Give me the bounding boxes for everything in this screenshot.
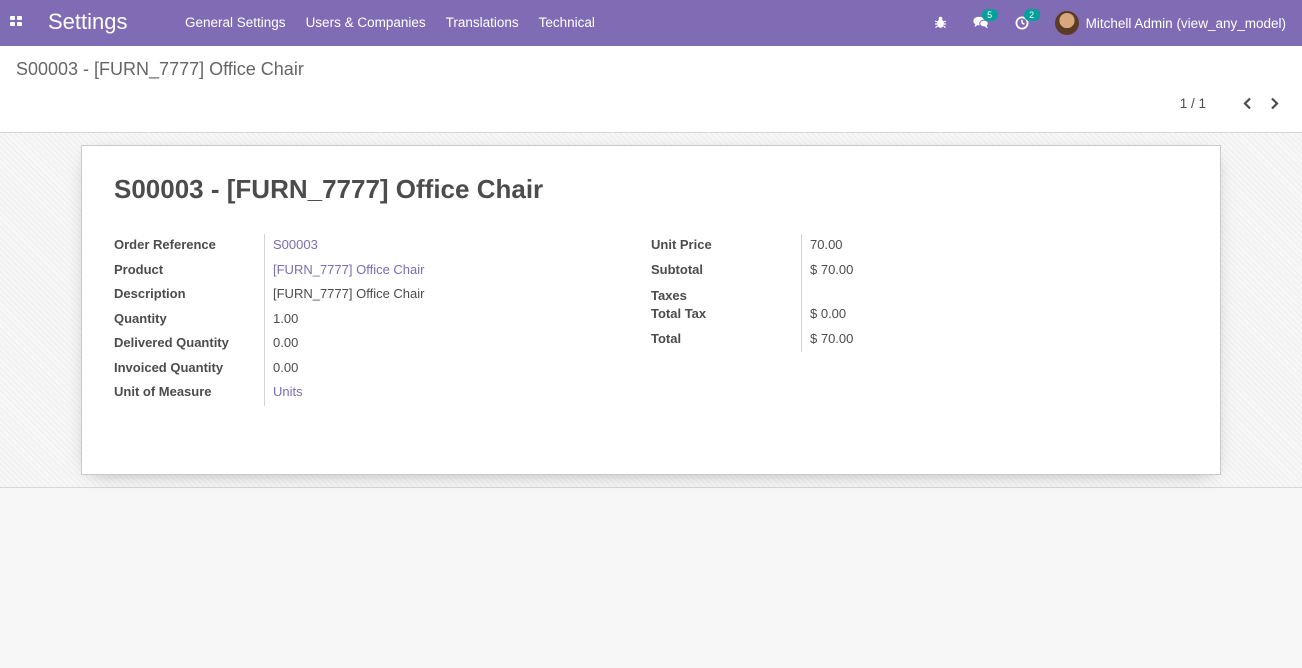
field-product: Product [FURN_7777] Office Chair — [114, 258, 425, 283]
messages-count-badge: 5 — [981, 9, 998, 21]
product-link[interactable]: [FURN_7777] Office Chair — [264, 258, 425, 283]
unit-price-value: 70.00 — [801, 234, 843, 259]
activities-count-badge: 2 — [1023, 8, 1040, 21]
field-label: Subtotal — [651, 261, 703, 277]
debug-bug-icon[interactable] — [934, 16, 947, 32]
field-label: Order Reference — [114, 237, 216, 252]
menu-users-companies[interactable]: Users & Companies — [296, 0, 436, 46]
avatar — [1054, 11, 1079, 35]
field-total: Total $ 70.00 — [651, 327, 853, 352]
field-subtotal: Subtotal $ 70.00 — [651, 258, 853, 283]
delivered-quantity-value: 0.00 — [264, 332, 298, 357]
field-label: Description — [114, 286, 186, 301]
field-order-reference: Order Reference S00003 — [114, 234, 425, 259]
user-name: Mitchell Admin (view_any_model) — [1085, 15, 1286, 31]
field-unit-price: Unit Price 70.00 — [651, 234, 853, 259]
field-label: Unit Price — [651, 237, 712, 252]
pager-next-button[interactable] — [1266, 94, 1282, 112]
field-taxes: Taxes — [651, 283, 853, 303]
field-label: Total — [651, 330, 682, 346]
menu-translations[interactable]: Translations — [436, 0, 529, 46]
pager-value[interactable]: 1 / 1 — [1180, 96, 1206, 111]
taxes-value[interactable] — [801, 283, 810, 303]
breadcrumb: S00003 - [FURN_7777] Office Chair — [16, 59, 304, 79]
invoiced-quantity-value: 0.00 — [264, 356, 298, 381]
messages-icon[interactable]: 5 — [973, 9, 998, 32]
record-title: S00003 - [FURN_7777] Office Chair — [114, 174, 544, 204]
pager-previous-button[interactable] — [1239, 94, 1255, 112]
field-label: Delivered Quantity — [114, 335, 229, 350]
app-title[interactable]: Settings — [48, 9, 128, 35]
form-view: S00003 - [FURN_7777] Office Chair Order … — [0, 133, 1302, 488]
unit-of-measure-link[interactable]: Units — [264, 381, 303, 406]
field-unit-of-measure: Unit of Measure Units — [114, 381, 425, 406]
control-panel: S00003 - [FURN_7777] Office Chair 1 / 1 — [0, 46, 1302, 133]
field-description: Description [FURN_7777] Office Chair — [114, 283, 425, 308]
pager: 1 / 1 — [1180, 94, 1282, 112]
user-menu[interactable]: Mitchell Admin (view_any_model) — [1054, 11, 1286, 35]
field-label: Unit of Measure — [114, 384, 212, 399]
form-sheet: S00003 - [FURN_7777] Office Chair Order … — [81, 145, 1221, 475]
main-menu: General Settings Users & Companies Trans… — [175, 0, 605, 46]
quantity-value: 1.00 — [264, 307, 298, 332]
right-field-group: Unit Price 70.00 Subtotal $ 70.00 Taxes … — [651, 234, 853, 352]
field-label: Invoiced Quantity — [114, 359, 224, 375]
systray: 5 2 Mitchell Admin (view_any_model) — [934, 0, 1302, 46]
field-label: Total Tax — [651, 306, 707, 321]
field-label: Taxes — [651, 288, 687, 303]
description-value: [FURN_7777] Office Chair — [264, 283, 425, 308]
subtotal-value: $ 70.00 — [801, 258, 853, 283]
order-reference-link[interactable]: S00003 — [264, 234, 318, 259]
apps-menu-icon[interactable] — [10, 16, 23, 28]
activities-clock-icon[interactable]: 2 — [1015, 8, 1040, 33]
field-invoiced-quantity: Invoiced Quantity 0.00 — [114, 356, 425, 381]
chevron-left-icon — [1242, 97, 1251, 109]
field-delivered-quantity: Delivered Quantity 0.00 — [114, 332, 425, 357]
chevron-right-icon — [1270, 97, 1279, 109]
total-tax-value: $ 0.00 — [801, 303, 846, 328]
top-navbar: Settings General Settings Users & Compan… — [0, 0, 1302, 46]
field-total-tax: Total Tax $ 0.00 — [651, 303, 853, 328]
field-quantity: Quantity 1.00 — [114, 307, 425, 332]
total-value: $ 70.00 — [801, 327, 853, 352]
menu-general-settings[interactable]: General Settings — [175, 0, 296, 46]
menu-technical[interactable]: Technical — [529, 0, 605, 46]
field-label: Product — [114, 261, 164, 277]
left-field-group: Order Reference S00003 Product [FURN_777… — [114, 234, 425, 406]
field-label: Quantity — [114, 310, 167, 326]
